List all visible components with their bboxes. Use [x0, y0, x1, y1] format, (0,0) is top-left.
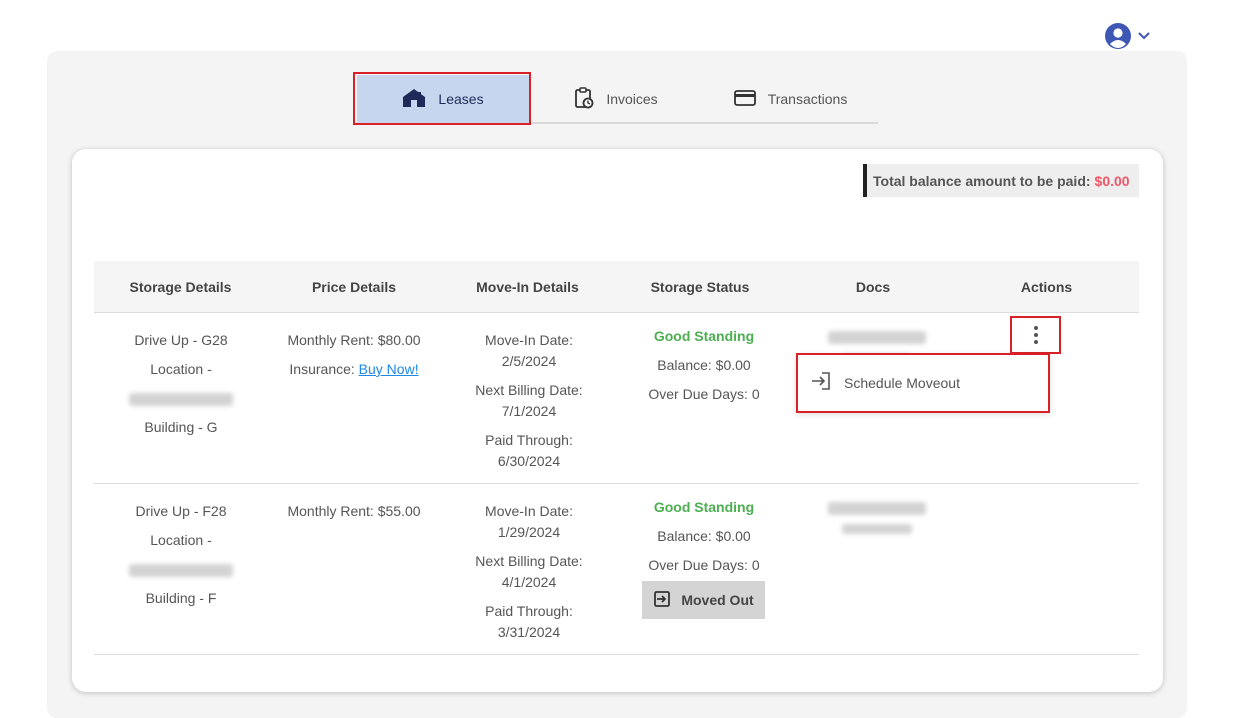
row1-move-in-details: Move-In Date: 2/5/2024 Next Billing Date… — [440, 330, 618, 472]
row2-overdue: Over Due Days: 0 — [648, 557, 760, 573]
row2-monthly-rent: Monthly Rent: $55.00 — [287, 503, 421, 519]
row1-move-in-label: Move-In Date: — [485, 332, 573, 348]
user-menu[interactable] — [1104, 22, 1156, 50]
row1-location-redacted — [129, 392, 233, 406]
buy-now-link[interactable]: Buy Now! — [359, 361, 419, 377]
row1-location-label: Location - — [150, 361, 212, 377]
row1-monthly-rent: Monthly Rent: $80.00 — [287, 332, 421, 348]
header-move-in-details: Move-In Details — [476, 279, 579, 295]
sign-in-arrow-icon — [810, 371, 832, 394]
row2-location-label: Location - — [150, 532, 212, 548]
chevron-down-icon — [1138, 32, 1150, 40]
header-docs: Docs — [855, 279, 891, 295]
row1-insurance-label: Insurance: — [289, 361, 355, 377]
credit-card-icon — [733, 89, 756, 110]
row2-move-in-date: 1/29/2024 — [497, 524, 561, 540]
user-circle-icon — [1104, 22, 1132, 50]
moved-out-label: Moved Out — [681, 592, 754, 608]
more-vertical-icon — [1033, 325, 1038, 346]
schedule-moveout-menu-item[interactable]: Schedule Moveout — [810, 371, 960, 394]
row-divider — [94, 483, 1139, 484]
row1-storage-status: Good Standing Balance: $0.00 Over Due Da… — [618, 326, 790, 405]
row1-building: Building - G — [144, 419, 218, 435]
row2-docs — [790, 497, 964, 539]
clipboard-clock-icon — [574, 86, 594, 112]
row2-move-in-details: Move-In Date: 1/29/2024 Next Billing Dat… — [440, 501, 618, 643]
row2-next-billing-date: 4/1/2024 — [501, 574, 557, 590]
home-icon — [402, 88, 426, 111]
row1-status-badge: Good Standing — [653, 328, 755, 344]
row1-insurance: Insurance: Buy Now! — [268, 359, 440, 380]
actions-dropdown-menu: Schedule Moveout — [796, 353, 1050, 413]
row1-next-billing-label: Next Billing Date: — [475, 382, 583, 398]
row-divider — [94, 654, 1139, 655]
row2-storage-status: Good Standing Balance: $0.00 Over Due Da… — [618, 497, 790, 576]
tab-leases[interactable]: Leases — [357, 75, 529, 123]
header-price-details: Price Details — [311, 279, 397, 295]
row1-balance: Balance: $0.00 — [657, 357, 751, 373]
tab-transactions[interactable]: Transactions — [703, 75, 878, 123]
schedule-moveout-label: Schedule Moveout — [844, 374, 960, 391]
row1-price-details: Monthly Rent: $80.00 Insurance: Buy Now! — [268, 330, 440, 380]
tab-leases-label: Leases — [438, 91, 484, 107]
row1-unit: Drive Up - G28 — [134, 332, 228, 348]
row2-doc-link-redacted-2[interactable] — [842, 524, 912, 535]
row2-location-redacted — [129, 563, 233, 577]
row1-storage-details: Drive Up - G28 Location - Building - G — [94, 330, 268, 438]
total-balance-amount: $0.00 — [1094, 172, 1130, 189]
row2-storage-details: Drive Up - F28 Location - Building - F — [94, 501, 268, 609]
header-storage-status: Storage Status — [650, 279, 750, 295]
total-balance-label: Total balance amount to be paid: — [873, 172, 1091, 189]
row2-unit: Drive Up - F28 — [135, 503, 227, 519]
table-header: Storage Details Price Details Move-In De… — [94, 261, 1139, 313]
row1-doc-link-redacted[interactable] — [828, 330, 926, 344]
row2-building: Building - F — [145, 590, 217, 606]
moved-out-badge: Moved Out — [642, 581, 765, 619]
tab-bar: Leases Invoices Transactions — [357, 75, 878, 124]
row1-actions-menu-button[interactable] — [1010, 316, 1061, 354]
row2-paid-through-date: 3/31/2024 — [497, 624, 561, 640]
tab-invoices[interactable]: Invoices — [529, 75, 703, 123]
row2-next-billing-label: Next Billing Date: — [475, 553, 583, 569]
row2-paid-through-label: Paid Through: — [485, 603, 573, 619]
row1-paid-through-date: 6/30/2024 — [497, 453, 561, 469]
row1-overdue: Over Due Days: 0 — [648, 386, 760, 402]
row2-status-badge: Good Standing — [653, 499, 755, 515]
row2-move-in-label: Move-In Date: — [485, 503, 573, 519]
row1-paid-through-label: Paid Through: — [485, 432, 573, 448]
row1-next-billing-date: 7/1/2024 — [501, 403, 557, 419]
header-actions: Actions — [1020, 279, 1073, 295]
sign-in-arrow-icon — [653, 590, 671, 610]
total-balance: Total balance amount to be paid: $0.00 — [863, 164, 1139, 197]
row1-move-in-date: 2/5/2024 — [501, 353, 557, 369]
row2-price-details: Monthly Rent: $55.00 — [268, 501, 440, 522]
tab-invoices-label: Invoices — [606, 91, 658, 107]
tab-transactions-label: Transactions — [767, 91, 848, 107]
header-storage-details: Storage Details — [129, 279, 232, 295]
row2-doc-link-redacted[interactable] — [828, 501, 926, 515]
row2-balance: Balance: $0.00 — [657, 528, 751, 544]
